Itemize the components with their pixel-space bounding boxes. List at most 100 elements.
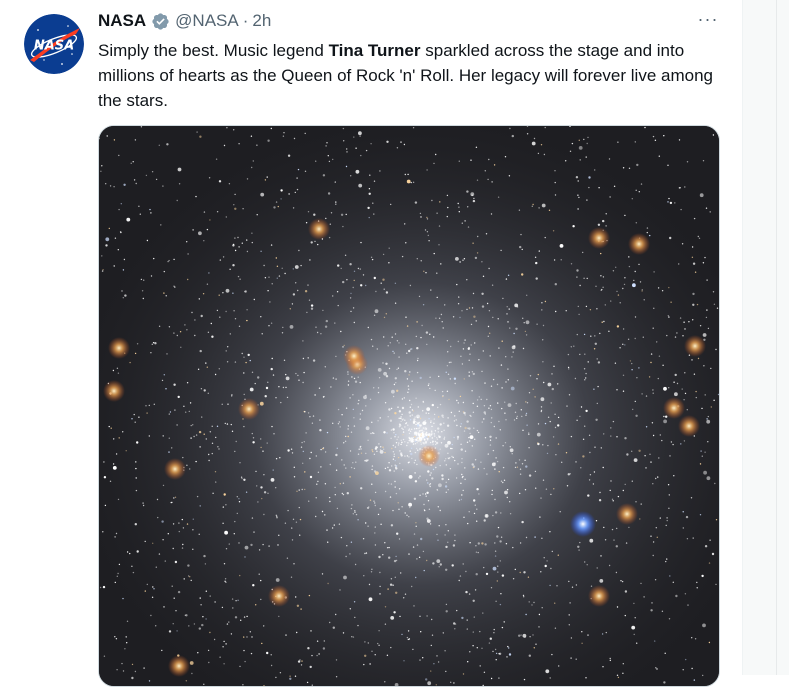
star	[209, 431, 211, 433]
star	[439, 464, 441, 467]
star	[238, 143, 240, 145]
verified-badge-icon[interactable]	[151, 12, 170, 31]
more-options-icon[interactable]: ···	[696, 10, 720, 32]
star	[347, 380, 350, 382]
star	[433, 663, 435, 665]
timestamp[interactable]: 2h	[252, 10, 271, 32]
star	[404, 593, 407, 595]
star	[492, 378, 495, 381]
star	[481, 370, 483, 373]
star	[488, 267, 490, 270]
star	[415, 335, 417, 338]
star	[540, 571, 542, 573]
star	[384, 542, 386, 544]
star	[413, 605, 415, 607]
star	[412, 443, 415, 445]
star	[664, 652, 666, 654]
tweet-media-image[interactable]	[98, 125, 720, 687]
star	[358, 448, 360, 450]
star	[238, 501, 241, 503]
star	[581, 631, 583, 633]
star	[612, 500, 614, 502]
star	[246, 615, 248, 618]
star	[454, 539, 456, 542]
tweet[interactable]: NASA NASA @NASA · 2h ··· Simply the best…	[0, 0, 742, 687]
star	[393, 383, 396, 386]
bright-star	[628, 233, 650, 255]
star	[225, 350, 227, 352]
star	[696, 587, 698, 589]
star	[458, 499, 461, 501]
star	[359, 418, 361, 420]
star	[231, 395, 233, 397]
star	[537, 373, 539, 376]
star	[168, 326, 171, 328]
star	[105, 244, 108, 247]
star	[386, 654, 389, 656]
star	[368, 188, 371, 190]
star	[392, 444, 394, 447]
star	[706, 279, 708, 281]
star	[525, 465, 528, 468]
star	[264, 395, 267, 398]
star	[449, 378, 451, 380]
star	[394, 464, 396, 466]
star	[521, 415, 523, 418]
star	[228, 543, 230, 545]
handle[interactable]: @NASA	[175, 10, 239, 32]
star	[514, 568, 516, 571]
star	[646, 231, 648, 234]
star	[235, 600, 237, 602]
star	[453, 420, 456, 422]
star	[188, 410, 190, 413]
bright-star	[588, 585, 610, 607]
star	[597, 385, 599, 388]
star	[641, 289, 643, 291]
star	[408, 638, 411, 640]
star	[268, 325, 270, 327]
display-name[interactable]: NASA	[98, 10, 146, 32]
star	[610, 435, 612, 437]
star	[428, 240, 430, 242]
star	[143, 667, 145, 669]
star	[588, 479, 591, 481]
star	[567, 473, 570, 476]
avatar[interactable]: NASA	[24, 14, 84, 74]
star	[184, 324, 186, 326]
star	[457, 402, 459, 404]
star	[308, 500, 310, 502]
star	[582, 438, 585, 440]
star	[156, 498, 159, 501]
star	[668, 387, 670, 389]
star	[394, 446, 397, 448]
star	[520, 409, 522, 411]
star	[684, 593, 687, 595]
star	[498, 347, 500, 349]
star	[377, 391, 380, 394]
star	[300, 264, 302, 267]
star	[412, 546, 415, 548]
star	[467, 226, 470, 228]
star	[632, 283, 636, 288]
star	[663, 135, 665, 137]
star	[326, 431, 329, 434]
star	[173, 497, 175, 499]
star	[235, 440, 237, 443]
star	[422, 400, 424, 403]
star	[638, 449, 641, 452]
star	[394, 486, 396, 488]
star	[617, 141, 619, 143]
star	[414, 443, 417, 445]
star	[444, 460, 446, 462]
star	[427, 500, 430, 502]
star	[430, 289, 432, 291]
star	[110, 427, 112, 429]
star	[341, 492, 343, 495]
star	[354, 511, 356, 513]
star	[203, 683, 205, 685]
star	[670, 301, 672, 303]
star	[202, 293, 205, 295]
star	[506, 489, 509, 491]
star	[218, 448, 220, 450]
star	[385, 291, 389, 294]
